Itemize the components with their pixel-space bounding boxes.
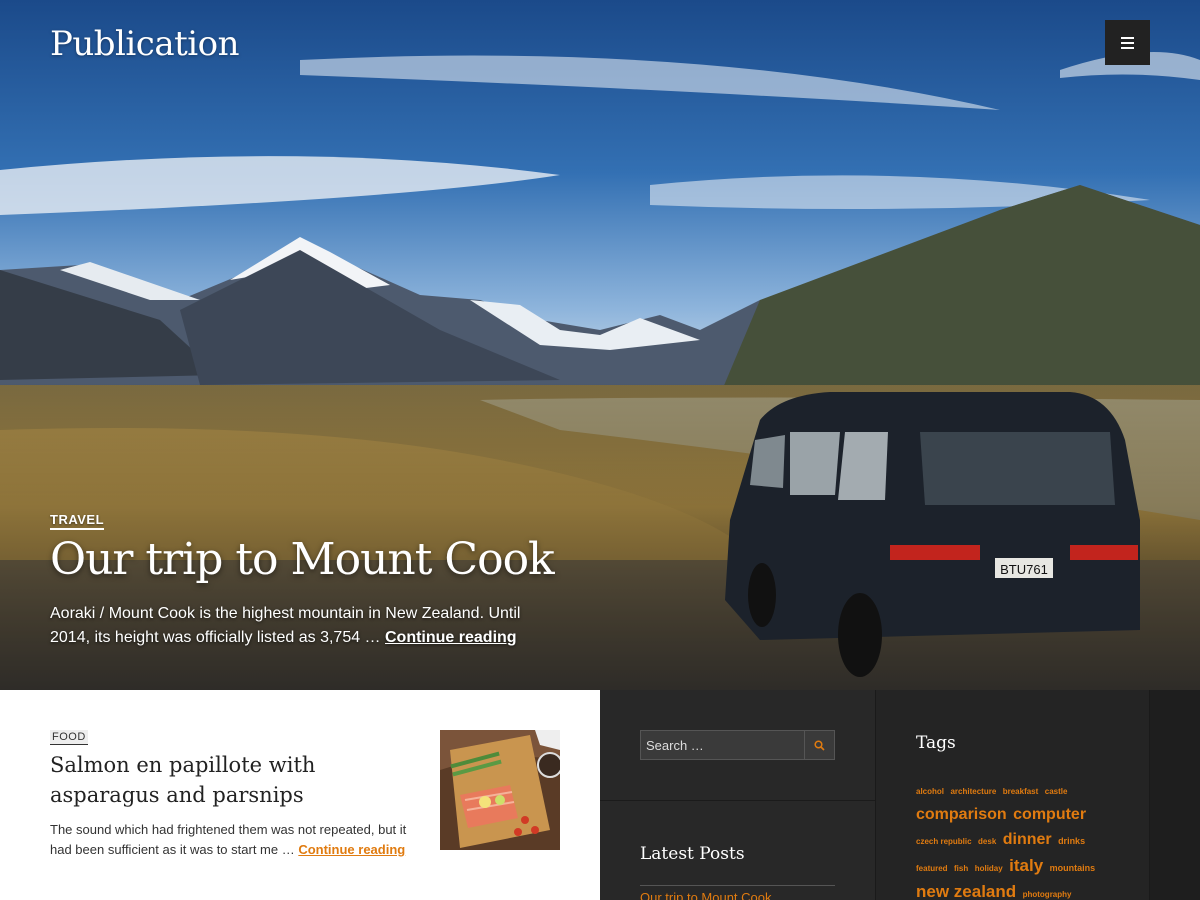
post-continue-reading-link[interactable]: Continue reading (298, 842, 405, 857)
latest-posts-divider (640, 885, 835, 886)
search-form (640, 730, 835, 760)
tag-link[interactable]: holiday (975, 864, 1003, 873)
search-button[interactable] (805, 730, 835, 760)
sidebar-column-tags: Tags alcohol architecture breakfast cast… (875, 690, 1150, 900)
tag-link[interactable]: castle (1045, 787, 1068, 796)
tag-cloud: alcohol architecture breakfast castle co… (916, 780, 1116, 900)
menu-toggle-button[interactable] (1105, 20, 1150, 65)
license-plate: BTU761 (1000, 562, 1048, 577)
search-icon (814, 739, 825, 751)
tag-link[interactable]: drinks (1058, 836, 1085, 846)
tag-link[interactable]: featured (916, 864, 948, 873)
latest-post-link[interactable]: Our trip to Mount Cook (640, 890, 772, 900)
tag-link[interactable]: dinner (1003, 831, 1052, 848)
hero-background-image: BTU761 (0, 0, 1200, 690)
post-category-link[interactable]: FOOD (50, 730, 88, 745)
tag-link[interactable]: fish (954, 864, 968, 873)
post-thumbnail-image[interactable] (440, 730, 560, 850)
hero-continue-reading-link[interactable]: Continue reading (385, 629, 517, 646)
hero-post-title[interactable]: Our trip to Mount Cook (50, 534, 555, 585)
search-input[interactable] (640, 730, 805, 760)
tag-link[interactable]: photography (1023, 890, 1072, 899)
post-title[interactable]: Salmon en papillote with asparagus and p… (50, 750, 420, 810)
hero-featured-post[interactable]: BTU761 Publication TRAVEL Our trip to Mo… (0, 0, 1200, 690)
tag-link[interactable]: alcohol (916, 787, 944, 796)
tag-link[interactable]: italy (1009, 856, 1043, 875)
tag-link[interactable]: desk (978, 837, 996, 846)
tag-link[interactable]: new zealand (916, 882, 1016, 900)
tag-link[interactable]: mountains (1050, 863, 1096, 873)
latest-posts-title: Latest Posts (640, 844, 745, 864)
hamburger-icon (1121, 36, 1134, 39)
sidebar-column-search-latest: Latest Posts Our trip to Mount Cook (600, 690, 875, 900)
tag-link[interactable]: architecture (950, 787, 996, 796)
tag-link[interactable]: breakfast (1003, 787, 1039, 796)
tags-title: Tags (916, 733, 956, 753)
tag-link[interactable]: computer (1013, 806, 1086, 823)
hero-category-link[interactable]: TRAVEL (50, 512, 105, 530)
hero-excerpt: Aoraki / Mount Cook is the highest mount… (50, 602, 550, 650)
sidebar: Latest Posts Our trip to Mount Cook Tags… (600, 690, 1200, 900)
tag-link[interactable]: czech republic (916, 837, 972, 846)
post-excerpt: The sound which had frightened them was … (50, 820, 420, 860)
site-title[interactable]: Publication (50, 24, 240, 64)
post-card: FOOD Salmon en papillote with asparagus … (0, 690, 600, 900)
tag-link[interactable]: comparison (916, 806, 1007, 823)
widget-divider (600, 800, 875, 801)
